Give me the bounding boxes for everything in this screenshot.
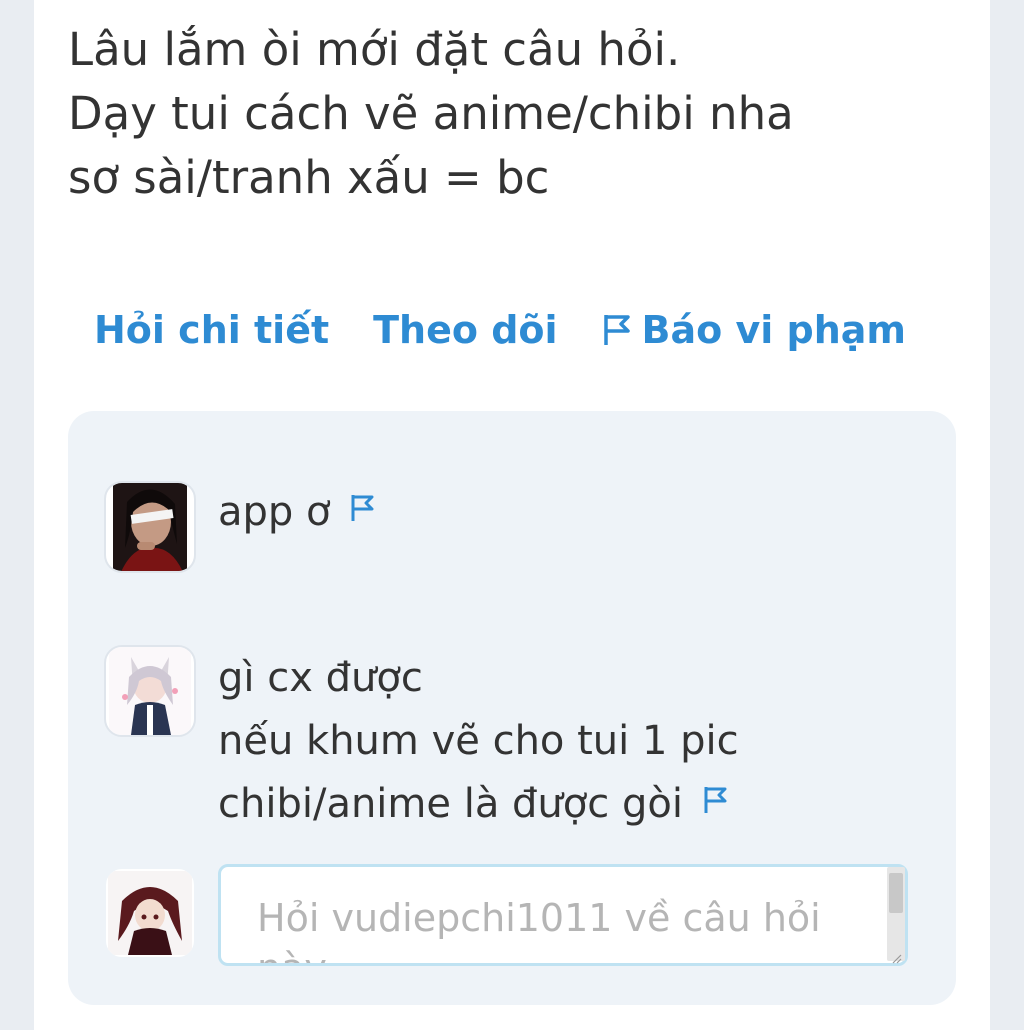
reply-row	[104, 864, 908, 970]
reply-input[interactable]	[218, 864, 908, 966]
reply-input-wrapper	[196, 864, 908, 970]
comments-panel: app ơ gì cx được nếu khum vẽ cho tui 1 p…	[68, 411, 956, 1005]
ask-detail-link[interactable]: Hỏi chi tiết	[94, 308, 329, 352]
comment-item: gì cx được nếu khum vẽ cho tui 1 pic chi…	[104, 645, 739, 836]
comment-item: app ơ	[104, 481, 376, 573]
comment-body: gì cx được nếu khum vẽ cho tui 1 pic chi…	[218, 647, 739, 836]
avatar[interactable]	[104, 481, 196, 573]
flag-icon	[602, 313, 632, 347]
question-line: Dạy tui cách vẽ anime/chibi nha	[68, 87, 794, 140]
flag-icon[interactable]	[703, 785, 729, 815]
question-line: sơ sài/tranh xấu = bc	[68, 151, 550, 204]
resize-grip-icon[interactable]	[890, 952, 902, 964]
report-link[interactable]: Báo vi phạm	[602, 308, 906, 352]
question-line: Lâu lắm òi mới đặt câu hỏi.	[68, 23, 681, 76]
comment-body: app ơ	[218, 481, 376, 573]
flag-icon[interactable]	[350, 493, 376, 523]
follow-link[interactable]: Theo dõi	[373, 308, 557, 352]
avatar[interactable]	[104, 867, 196, 959]
comment-line: nếu khum vẽ cho tui 1 pic	[218, 718, 739, 764]
question-actions: Hỏi chi tiết Theo dõi Báo vi phạm	[94, 300, 950, 360]
comment-line: chibi/anime là được gòi	[218, 781, 683, 827]
comment-line: gì cx được	[218, 655, 423, 701]
avatar[interactable]	[104, 645, 196, 737]
question-card: Lâu lắm òi mới đặt câu hỏi. Dạy tui cách…	[34, 0, 990, 1030]
comment-line: app ơ	[218, 489, 331, 535]
report-label: Báo vi phạm	[641, 308, 907, 352]
question-text: Lâu lắm òi mới đặt câu hỏi. Dạy tui cách…	[68, 18, 948, 210]
input-scrollbar[interactable]	[887, 867, 905, 961]
